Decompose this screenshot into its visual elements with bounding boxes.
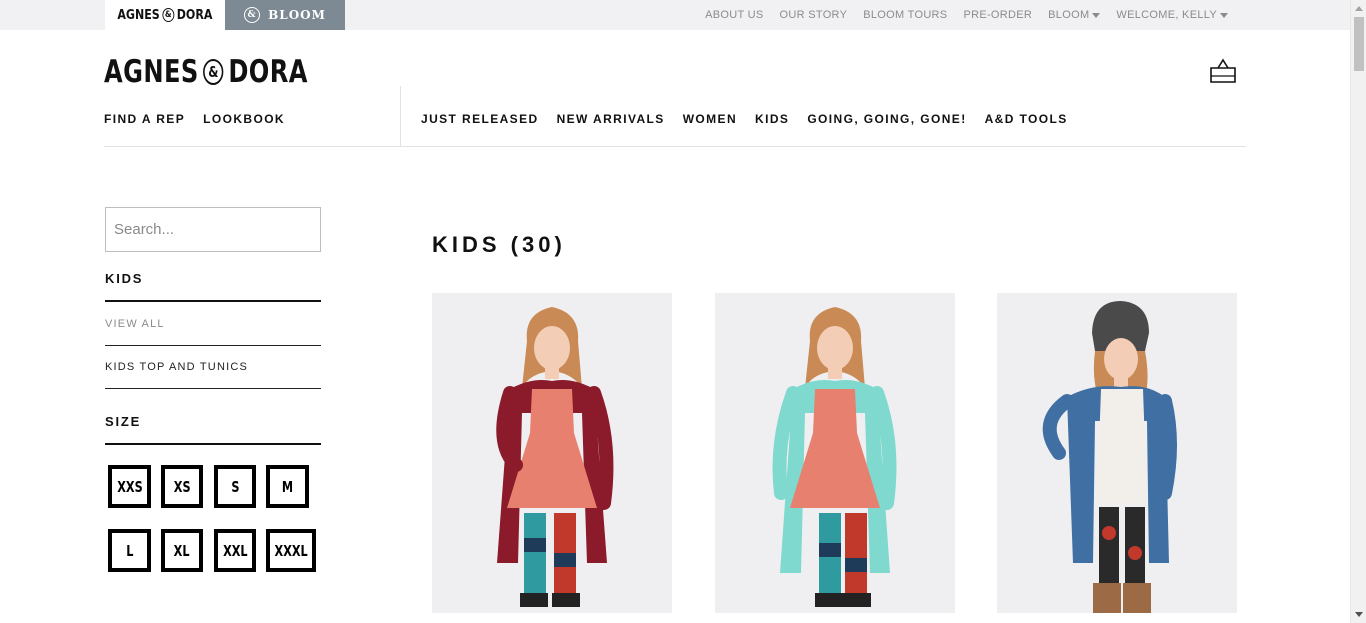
our-story-link[interactable]: OUR STORY	[780, 9, 848, 21]
size-xl-button[interactable]: XL	[161, 529, 203, 572]
nav-ad-tools[interactable]: A&D TOOLS	[985, 112, 1068, 126]
view-all-link[interactable]: VIEW ALL	[105, 318, 165, 330]
size-label: XXXL	[274, 541, 308, 560]
size-xxs-button[interactable]: XXS	[108, 465, 151, 508]
logo-ampersand-icon: &	[203, 59, 224, 85]
logo-dora-text: DORA	[228, 54, 308, 90]
main-nav: JUST RELEASED NEW ARRIVALS WOMEN KIDS GO…	[421, 112, 1068, 126]
utility-nav: ABOUT US OUR STORY BLOOM TOURS PRE-ORDER…	[705, 0, 1228, 30]
bloom-tours-link[interactable]: BLOOM TOURS	[863, 9, 947, 21]
secondary-nav: FIND A REP LOOKBOOK	[104, 112, 285, 126]
product-card[interactable]	[715, 293, 955, 613]
size-l-button[interactable]: L	[108, 529, 151, 572]
size-m-button[interactable]: M	[266, 465, 309, 508]
caret-down-icon	[1092, 12, 1101, 18]
product-card[interactable]	[997, 293, 1237, 613]
account-dropdown[interactable]: WELCOME, KELLY	[1116, 9, 1228, 21]
size-label: S	[230, 477, 240, 496]
scrollbar-thumb[interactable]	[1354, 17, 1364, 71]
nav-new-arrivals[interactable]: NEW ARRIVALS	[557, 112, 665, 126]
nav-just-released[interactable]: JUST RELEASED	[421, 112, 539, 126]
pre-order-link[interactable]: PRE-ORDER	[963, 9, 1032, 21]
page-title: KIDS (30)	[432, 232, 566, 257]
ampersand-logo-icon: &	[162, 8, 175, 22]
find-a-rep-link[interactable]: FIND A REP	[104, 112, 185, 126]
brand-agnes-text: AGNES	[117, 7, 160, 23]
bloom-dropdown[interactable]: BLOOM	[1048, 9, 1101, 21]
category-divider	[105, 388, 321, 389]
bloom-logo-icon: &	[244, 7, 261, 23]
category-heading-rule	[105, 300, 321, 302]
nav-going-going-gone[interactable]: GOING, GOING, GONE!	[807, 112, 966, 126]
utility-bar: AGNES & DORA & BLOOM ABOUT US OUR STORY …	[0, 0, 1350, 30]
size-heading-rule	[105, 443, 321, 445]
bloom-tab-label: BLOOM	[268, 8, 326, 22]
nav-women[interactable]: WOMEN	[683, 112, 737, 126]
site-logo[interactable]: AGNES & DORA	[104, 54, 308, 90]
size-label: L	[125, 541, 134, 560]
category-heading: KIDS	[105, 271, 144, 286]
scroll-up-arrow-icon[interactable]	[1355, 6, 1363, 11]
bloom-dropdown-label: BLOOM	[1048, 9, 1090, 21]
category-divider	[105, 345, 321, 346]
caret-down-icon	[1220, 12, 1228, 18]
product-image	[772, 307, 897, 607]
size-label: M	[281, 477, 294, 496]
kids-top-tunics-link[interactable]: KIDS TOP AND TUNICS	[105, 361, 248, 373]
size-xs-button[interactable]: XS	[161, 465, 203, 508]
search-input[interactable]	[105, 207, 321, 252]
nav-divider	[400, 86, 401, 146]
logo-agnes-text: AGNES	[104, 54, 199, 90]
bloom-tab[interactable]: & BLOOM	[225, 0, 345, 30]
product-image	[1042, 301, 1177, 613]
about-us-link[interactable]: ABOUT US	[705, 9, 763, 21]
vertical-scrollbar[interactable]	[1350, 0, 1366, 623]
size-s-button[interactable]: S	[214, 465, 256, 508]
nav-kids[interactable]: KIDS	[755, 112, 789, 126]
lookbook-link[interactable]: LOOKBOOK	[203, 112, 285, 126]
agnes-dora-small-logo: AGNES & DORA	[117, 8, 212, 23]
shopping-bag-icon[interactable]	[1209, 58, 1237, 84]
size-label: XL	[174, 541, 190, 560]
product-card[interactable]	[432, 293, 672, 613]
size-label: XS	[173, 477, 191, 496]
product-image	[496, 307, 614, 607]
size-xxxl-button[interactable]: XXXL	[266, 529, 316, 572]
size-heading: SIZE	[105, 414, 142, 429]
scroll-down-arrow-icon[interactable]	[1355, 612, 1363, 617]
header-divider	[104, 146, 1246, 147]
size-label: XXS	[116, 477, 143, 496]
agnes-dora-tab[interactable]: AGNES & DORA	[105, 0, 225, 30]
brand-dora-text: DORA	[176, 7, 213, 23]
size-xxl-button[interactable]: XXL	[214, 529, 256, 572]
account-dropdown-label: WELCOME, KELLY	[1116, 9, 1217, 21]
size-label: XXL	[222, 541, 248, 560]
